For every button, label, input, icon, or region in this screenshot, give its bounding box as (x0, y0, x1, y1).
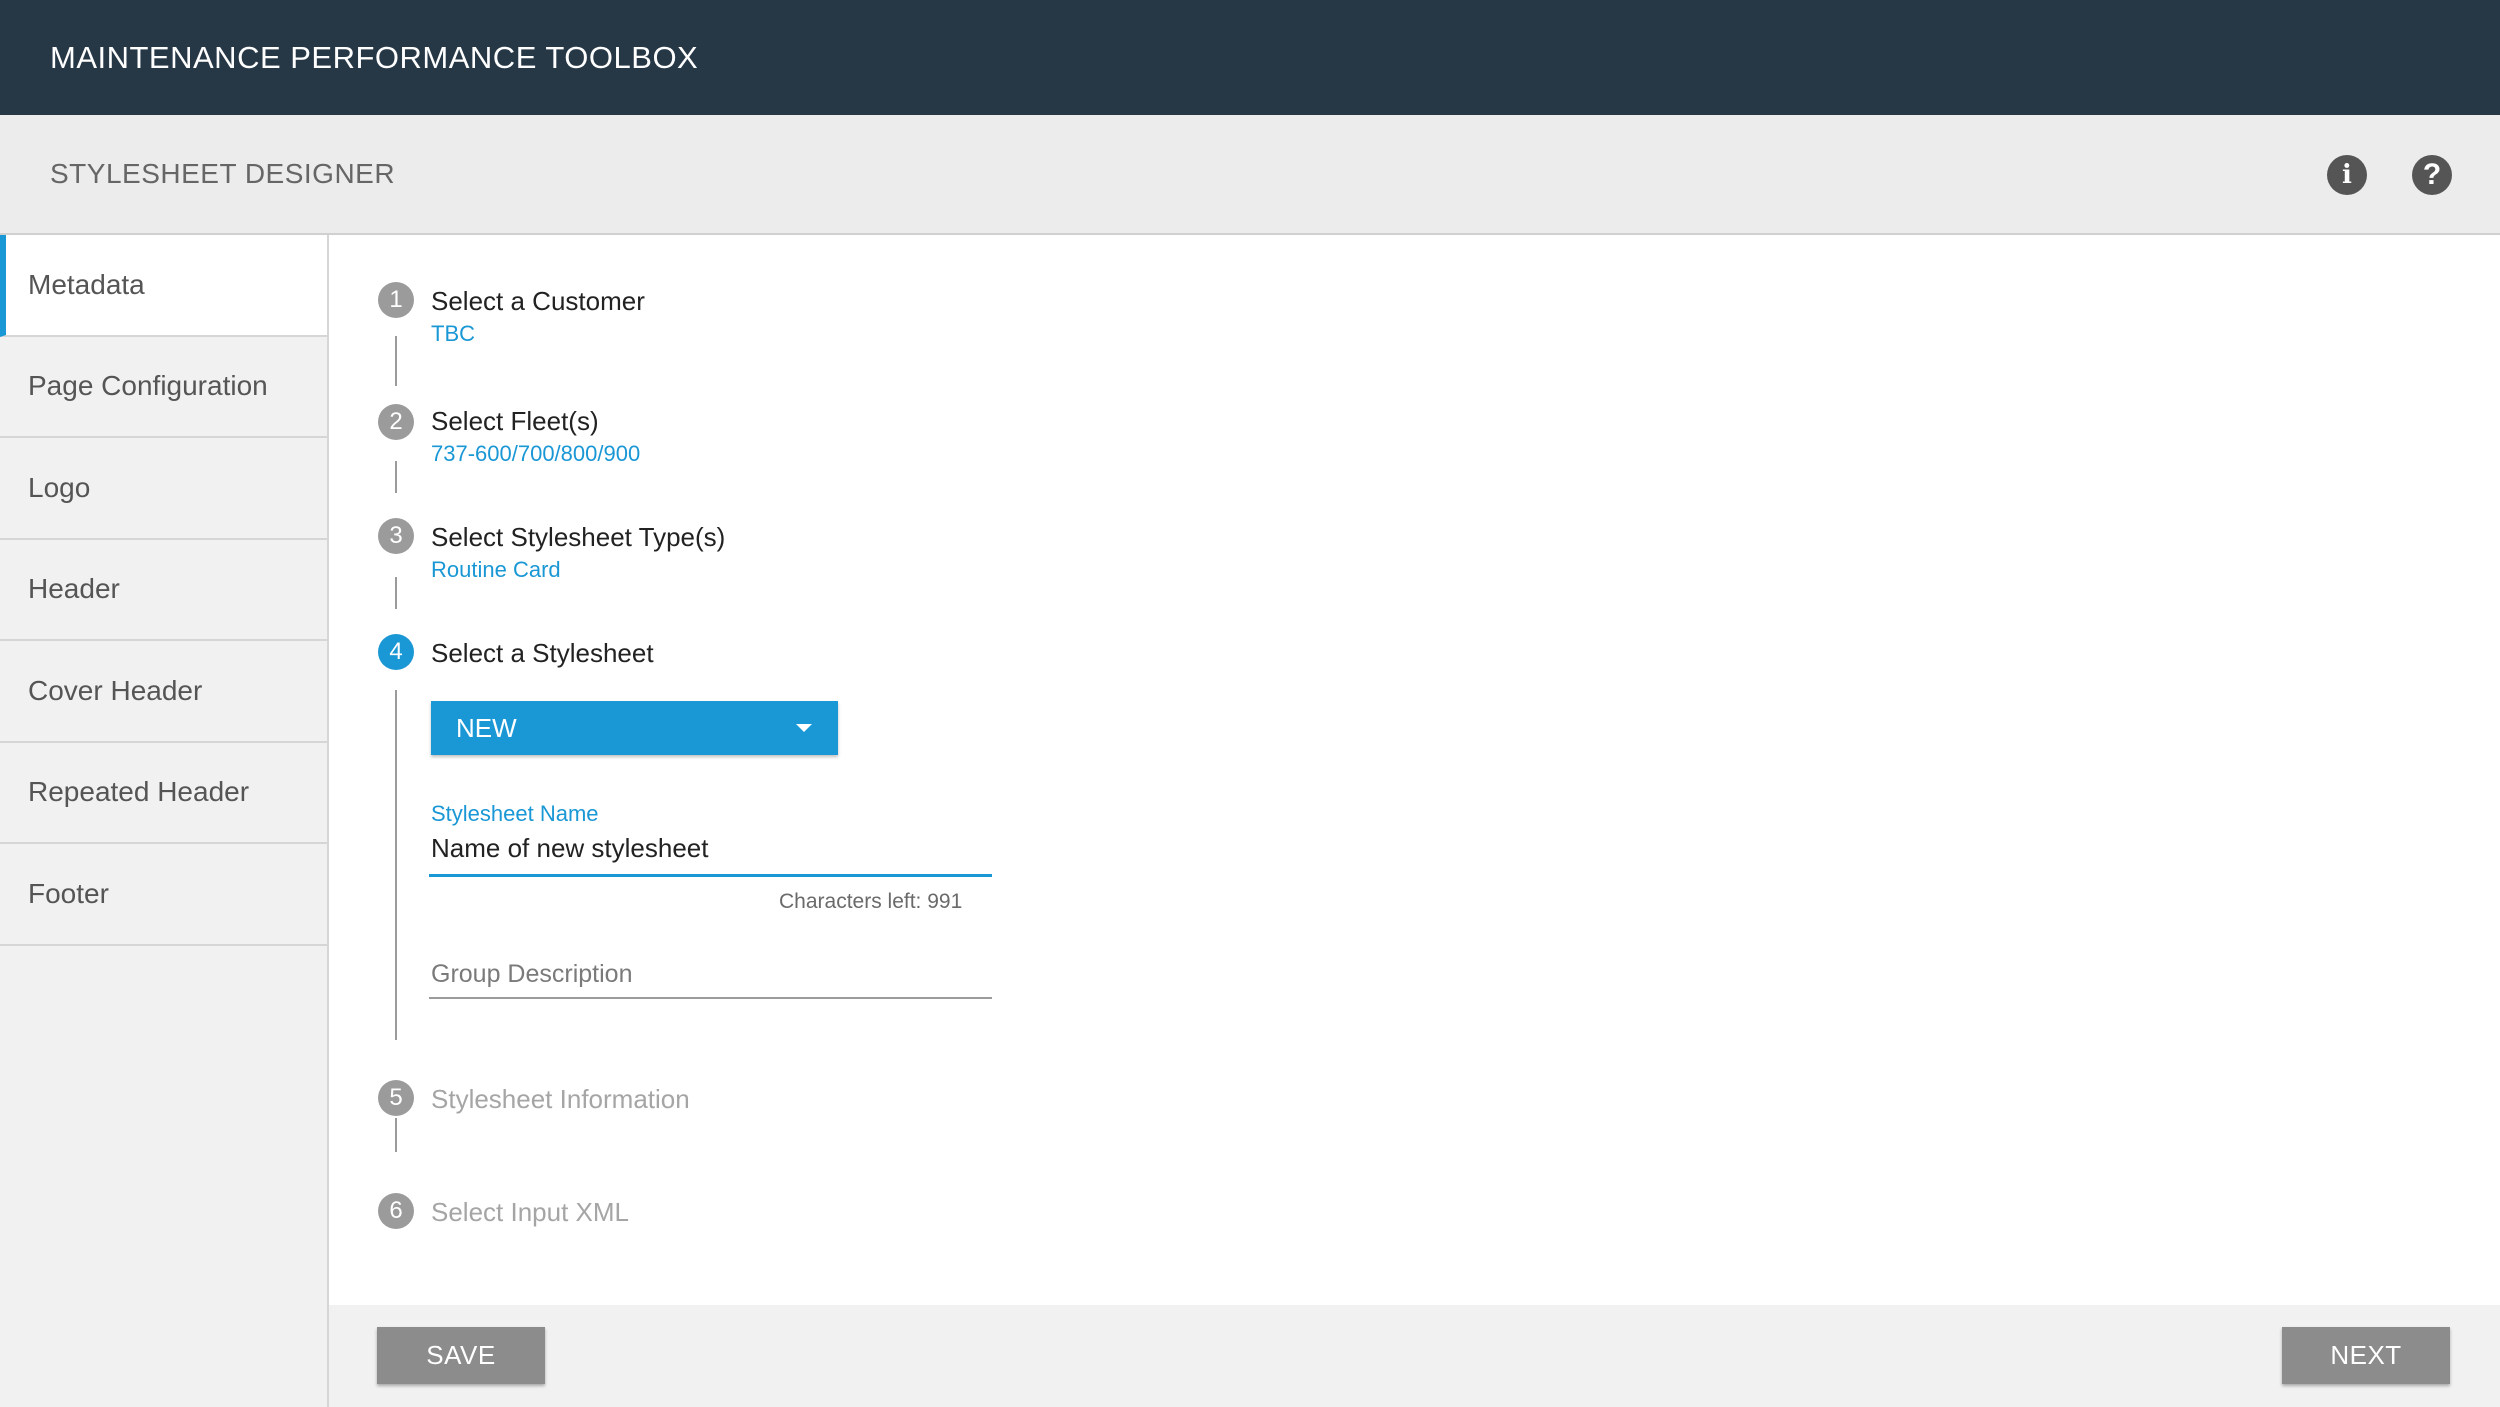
step-1-value[interactable]: TBC (431, 321, 475, 347)
step-connector (395, 577, 397, 609)
sidebar-item-metadata[interactable]: Metadata (0, 235, 327, 337)
caret-down-icon (796, 724, 812, 732)
step-2-value[interactable]: 737-600/700/800/900 (431, 441, 640, 467)
info-icon[interactable]: i (2327, 155, 2367, 195)
stylesheet-select-value: NEW (456, 712, 517, 743)
sidebar-item-label: Footer (28, 877, 109, 909)
sidebar-item-label: Cover Header (28, 674, 203, 706)
sidebar-item-logo[interactable]: Logo (0, 438, 327, 540)
sidebar-item-label: Page Configuration (28, 370, 268, 402)
step-5-number: 5 (378, 1080, 414, 1116)
step-connector (395, 336, 397, 386)
sidebar-item-label: Logo (28, 471, 91, 503)
step-1-title[interactable]: Select a Customer (431, 286, 645, 317)
group-description-underline (429, 997, 992, 999)
sidebar-item-footer[interactable]: Footer (0, 844, 327, 946)
group-description-input[interactable] (431, 957, 991, 991)
app-bar: MAINTENANCE PERFORMANCE TOOLBOX (0, 0, 2500, 115)
stylesheet-name-input[interactable] (431, 831, 1021, 865)
step-2-number: 2 (378, 404, 414, 440)
footer-action-bar: SAVE NEXT (329, 1305, 2500, 1407)
step-connector (395, 461, 397, 493)
page-title: STYLESHEET DESIGNER (50, 158, 396, 189)
sidebar-item-repeated-header[interactable]: Repeated Header (0, 742, 327, 844)
help-icon[interactable]: ? (2412, 155, 2452, 195)
sidebar-item-header[interactable]: Header (0, 539, 327, 641)
step-5-title[interactable]: Stylesheet Information (431, 1084, 690, 1115)
sidebar-item-label: Metadata (28, 268, 145, 300)
step-3-number: 3 (378, 518, 414, 554)
step-connector (395, 690, 397, 1040)
characters-left-label: Characters left: (779, 890, 922, 913)
sidebar-item-label: Repeated Header (28, 776, 250, 808)
stylesheet-name-label: Stylesheet Name (431, 801, 599, 826)
sidebar-item-label: Header (28, 573, 120, 605)
sidebar-item-page-configuration[interactable]: Page Configuration (0, 336, 327, 438)
stepper-panel: 1 Select a Customer TBC 2 Select Fleet(s… (329, 235, 2500, 1305)
characters-left-value: 991 (927, 890, 963, 913)
step-4-title[interactable]: Select a Stylesheet (431, 638, 654, 669)
step-connector (395, 1118, 397, 1152)
sidebar: Metadata Page Configuration Logo Header … (0, 235, 329, 1407)
save-button[interactable]: SAVE (377, 1327, 545, 1384)
sidebar-item-cover-header[interactable]: Cover Header (0, 641, 327, 743)
step-3-value[interactable]: Routine Card (431, 557, 561, 583)
stylesheet-select[interactable]: NEW (431, 701, 838, 755)
app-title: MAINTENANCE PERFORMANCE TOOLBOX (50, 39, 699, 75)
step-6-title[interactable]: Select Input XML (431, 1197, 629, 1228)
header-actions: i ? (2282, 155, 2452, 195)
step-3-title[interactable]: Select Stylesheet Type(s) (431, 522, 725, 553)
sub-header: STYLESHEET DESIGNER i ? (0, 115, 2500, 235)
step-6-number: 6 (378, 1193, 414, 1229)
step-4-number: 4 (378, 634, 414, 670)
step-1-number: 1 (378, 282, 414, 318)
characters-left-counter: Characters left: 991 (779, 890, 962, 914)
step-2-title[interactable]: Select Fleet(s) (431, 406, 599, 437)
next-button[interactable]: NEXT (2282, 1327, 2450, 1384)
stylesheet-name-underline (429, 874, 992, 877)
